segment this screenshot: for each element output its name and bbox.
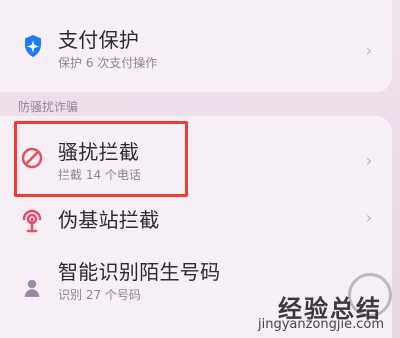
person-icon: [18, 274, 46, 302]
highlight-box: [14, 121, 188, 197]
payment-protection-title: 支付保护: [58, 28, 140, 52]
smart-number-title: 智能识别陌生号码: [58, 260, 221, 284]
watermark-url: jingyanzongjie.com: [257, 317, 384, 332]
shield-icon: [19, 32, 47, 60]
payment-protection-item[interactable]: 支付保护 保护 6 次支付操作 ›: [0, 18, 392, 82]
section-title: 防骚扰诈骗: [18, 100, 79, 114]
fake-base-station-title: 伪基站拦截: [58, 208, 160, 232]
smart-number-subtitle: 识别 27 个号码: [58, 288, 141, 302]
payment-protection-subtitle: 保护 6 次支付操作: [58, 56, 158, 70]
chevron-right-icon: ›: [365, 151, 373, 170]
chevron-right-icon: ›: [365, 41, 373, 60]
chevron-right-icon: ›: [365, 208, 373, 227]
fake-base-station-block-item[interactable]: 伪基站拦截 ›: [0, 202, 392, 240]
antenna-icon: [18, 206, 46, 234]
